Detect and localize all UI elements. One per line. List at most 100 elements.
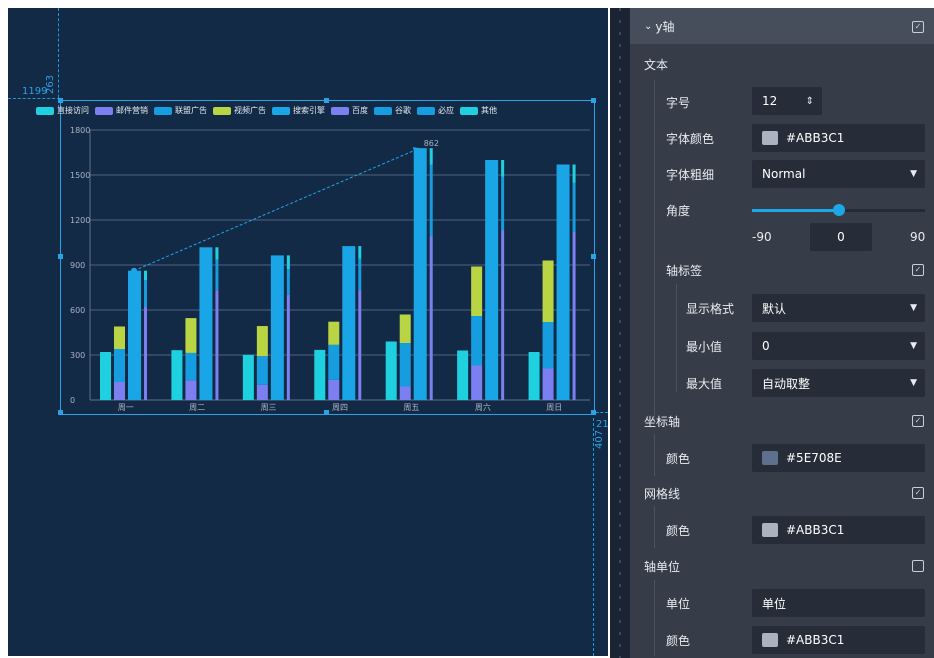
axis-line-checkbox[interactable]: ✓ <box>912 415 924 427</box>
bar-thin-8 <box>286 255 290 270</box>
bar-thin-7 <box>215 259 219 271</box>
angle-slider[interactable] <box>752 204 925 216</box>
dropdown-caret-icon: ▼ <box>910 303 917 313</box>
bar-search <box>199 247 213 400</box>
bar-thin-7 <box>501 176 505 196</box>
axis-label-group-label: 轴标签 <box>666 264 703 278</box>
bar-stack-1 <box>542 368 554 400</box>
angle-max: 90 <box>910 230 926 244</box>
bar-direct <box>314 349 326 400</box>
bar-stack-3 <box>114 326 125 349</box>
y-tick-label: 300 <box>70 351 85 360</box>
angle-input[interactable]: 0 <box>810 223 872 251</box>
mark-line-start <box>131 267 137 274</box>
min-value: 0 <box>762 339 770 353</box>
axis-unit-checkbox[interactable] <box>912 560 924 572</box>
gridline-group-label: 网格线 <box>644 487 681 501</box>
unit-input[interactable]: 单位 <box>752 589 925 617</box>
bar-stack-1 <box>328 379 340 400</box>
font-weight-select[interactable]: Normal ▼ <box>752 160 925 188</box>
canvas-area[interactable]: 263 1199 21 407 直接访问 邮件营销 联盟广告 视频广告 搜索引擎 百度 谷歌… <box>8 8 608 656</box>
unit-color-label: 颜色 <box>666 634 691 648</box>
bar-thin-5 <box>572 232 576 400</box>
bar-thin-8 <box>501 160 505 177</box>
bar-thin-8 <box>429 148 433 165</box>
unit-label: 单位 <box>666 597 691 611</box>
x-tick-label: 周五 <box>403 403 419 412</box>
min-value-select[interactable]: 0 ▼ <box>752 332 925 360</box>
bar-stack-2 <box>256 356 268 385</box>
bar-search <box>413 148 427 400</box>
bar-thin-6 <box>215 270 219 291</box>
bar-chart: 1800 1500 1200 900 600 300 0 周一 周二 周三 周四 周五 周六 周日 862 <box>70 126 590 412</box>
bar-stack-2 <box>328 344 340 380</box>
bar-thin-5 <box>144 307 147 400</box>
unit-color-value: #ABB3C1 <box>786 633 845 647</box>
display-format-value: 默认 <box>762 301 787 316</box>
stepper-arrows-icon[interactable]: ⇕ <box>806 96 814 107</box>
y-tick-label: 0 <box>70 396 75 405</box>
bar-stack-1 <box>114 382 125 400</box>
mark-line-label: 862 <box>424 139 439 148</box>
bar-stack-1 <box>256 384 268 400</box>
x-tick-label: 周三 <box>261 403 277 412</box>
bar-thin-8 <box>144 270 147 280</box>
bar-thin-6 <box>286 279 290 295</box>
axis-color-swatch[interactable] <box>762 451 778 465</box>
bar-stack-3 <box>328 321 340 345</box>
axis-color-label: 颜色 <box>666 452 691 466</box>
grid-color-swatch[interactable] <box>762 523 778 537</box>
bar-direct <box>457 350 469 400</box>
chevron-down-icon[interactable]: ⌄ <box>644 21 652 32</box>
ruler-bottom-value: 407 <box>594 429 605 449</box>
bar-stack-3 <box>542 260 554 322</box>
x-tick-label: 周四 <box>332 403 348 412</box>
bar-thin-7 <box>429 164 433 193</box>
bar-direct <box>528 352 540 400</box>
yaxis-section-header[interactable]: ⌄ y轴 ✓ <box>630 8 934 44</box>
bar-direct <box>171 350 183 400</box>
property-panel: ⌄ y轴 ✓ 文本 字号 12 ⇕ 字体颜色 #ABB3C1 字体粗细 Norm… <box>630 8 934 658</box>
gridline-checkbox[interactable]: ✓ <box>912 487 924 499</box>
font-color-value: #ABB3C1 <box>786 131 845 145</box>
bar-thin-8 <box>215 247 219 260</box>
font-color-swatch[interactable] <box>762 131 778 145</box>
bar-stack-1 <box>185 380 197 400</box>
bar-stack-1 <box>471 365 483 400</box>
x-tick-label: 周二 <box>189 403 205 412</box>
x-tick-label: 周六 <box>475 402 491 412</box>
axis-label-checkbox[interactable]: ✓ <box>912 264 924 276</box>
display-format-select[interactable]: 默认 ▼ <box>752 294 925 322</box>
axis-color-value: #5E708E <box>786 451 842 465</box>
bar-stack-2 <box>114 349 125 382</box>
bar-thin-5 <box>501 230 505 400</box>
unit-color-swatch[interactable] <box>762 633 778 647</box>
max-value: 自动取整 <box>762 376 811 391</box>
yaxis-enable-checkbox[interactable]: ✓ <box>912 21 924 33</box>
max-label: 最大值 <box>686 377 723 391</box>
min-label: 最小值 <box>686 340 723 354</box>
bar-stack-2 <box>471 316 483 366</box>
bar-stack-2 <box>542 322 554 369</box>
grid-color-picker[interactable]: #ABB3C1 <box>752 516 925 544</box>
font-size-label: 字号 <box>666 96 691 110</box>
bar-stack-2 <box>399 343 411 387</box>
angle-slider-handle[interactable] <box>832 204 845 216</box>
max-value-select[interactable]: 自动取整 ▼ <box>752 369 925 397</box>
tree-guide <box>654 80 655 420</box>
unit-color-picker[interactable]: #ABB3C1 <box>752 626 925 654</box>
angle-min: -90 <box>752 230 772 244</box>
panel-splitter[interactable] <box>610 8 630 658</box>
font-size-stepper[interactable]: 12 ⇕ <box>752 87 822 115</box>
y-tick-label: 1800 <box>70 126 90 135</box>
bar-stack-3 <box>471 266 483 316</box>
bar-thin-5 <box>358 289 362 400</box>
axis-unit-group-label: 轴单位 <box>644 560 681 574</box>
x-tick-label: 周一 <box>118 403 134 412</box>
y-tick-label: 1200 <box>70 216 90 225</box>
bar-thin-6 <box>144 289 147 307</box>
font-color-picker[interactable]: #ABB3C1 <box>752 124 925 152</box>
bar-thin-7 <box>572 182 576 199</box>
bar-thin-6 <box>501 196 505 231</box>
axis-color-picker[interactable]: #5E708E <box>752 444 925 472</box>
